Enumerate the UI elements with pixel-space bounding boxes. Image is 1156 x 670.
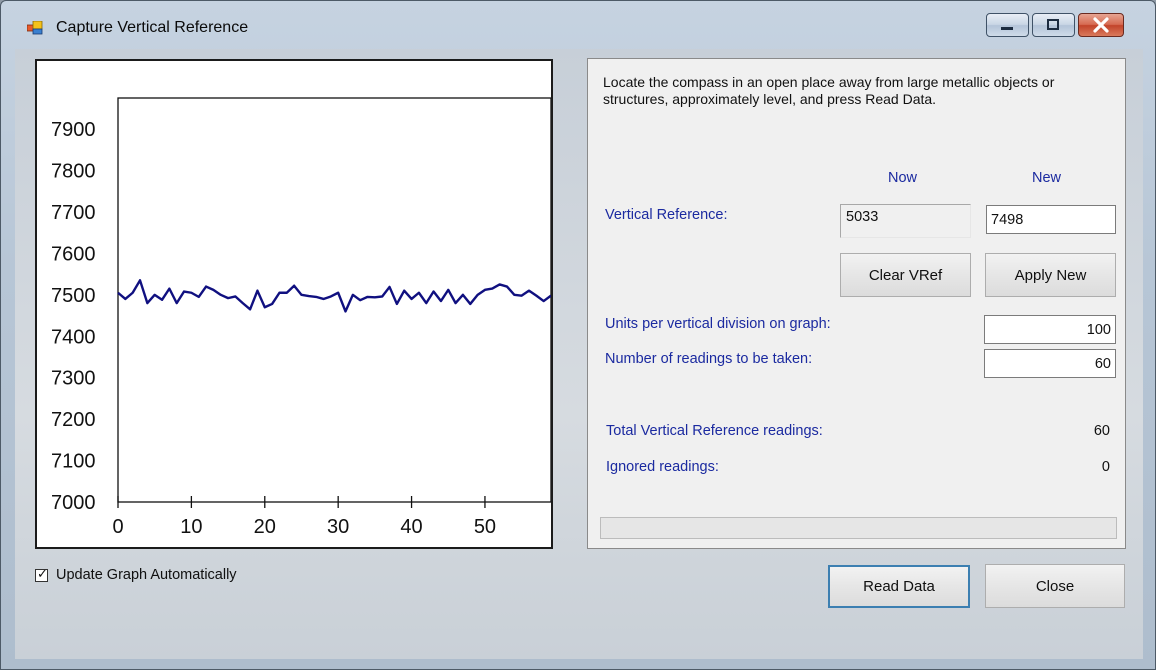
line-chart: 7000 7100 7200 7300 7400 7500 7600 7700 7800 7900… <box>51 97 551 538</box>
close-icon <box>1093 17 1109 33</box>
x-tick-label: 30 <box>327 516 349 538</box>
minimize-icon <box>1001 27 1013 30</box>
instructions-text: Locate the compass in an open place away… <box>603 74 1055 107</box>
window-close-button[interactable] <box>1078 13 1124 37</box>
y-tick-label: 7700 <box>51 202 96 224</box>
units-per-division-label: Units per vertical division on graph: <box>605 316 831 332</box>
client-area: 7000 7100 7200 7300 7400 7500 7600 7700 7800 7900… <box>15 49 1143 659</box>
y-tick-label: 7000 <box>51 492 96 514</box>
update-graph-label: Update Graph Automatically <box>56 567 237 583</box>
y-tick-label: 7800 <box>51 161 96 183</box>
y-tick-label: 7100 <box>51 451 96 473</box>
x-tick-label: 0 <box>112 516 123 538</box>
window-title: Capture Vertical Reference <box>56 19 249 36</box>
y-tick-label: 7500 <box>51 285 96 307</box>
checkmark-icon: ✓ <box>37 566 48 581</box>
y-tick-label: 7300 <box>51 368 96 390</box>
plot-frame <box>117 97 551 503</box>
main-window: Capture Vertical Reference 7000 7100 7200 7… <box>0 0 1156 670</box>
x-tick-label: 40 <box>400 516 422 538</box>
clear-vref-button[interactable]: Clear VRef <box>840 253 971 297</box>
total-readings-label: Total Vertical Reference readings: <box>606 423 823 439</box>
app-icon <box>27 21 43 35</box>
y-tick-label: 7400 <box>51 326 96 348</box>
vertical-reference-now-value: 5033 <box>840 204 971 238</box>
maximize-icon <box>1047 19 1059 30</box>
vertical-reference-label: Vertical Reference: <box>605 207 728 223</box>
apply-new-button[interactable]: Apply New <box>985 253 1116 297</box>
x-tick-label: 50 <box>474 516 496 538</box>
ignored-readings-value: 0 <box>1101 459 1110 475</box>
y-tick-label: 7600 <box>51 243 96 265</box>
x-tick-label: 20 <box>254 516 276 538</box>
number-of-readings-label: Number of readings to be taken: <box>605 351 813 367</box>
x-tick-label: 10 <box>180 516 202 538</box>
settings-panel: Locate the compass in an open place away… <box>587 58 1126 549</box>
y-tick-label: 7200 <box>51 409 96 431</box>
update-graph-checkbox[interactable]: ✓ <box>35 566 48 582</box>
readings-graph: 7000 7100 7200 7300 7400 7500 7600 7700 7800 7900… <box>35 59 553 549</box>
reading-progress-bar <box>600 517 1117 539</box>
read-data-button[interactable]: Read Data <box>828 565 970 608</box>
now-column-header: Now <box>888 170 918 186</box>
maximize-button[interactable] <box>1032 13 1075 37</box>
y-tick-label: 7900 <box>51 119 96 141</box>
ignored-readings-label: Ignored readings: <box>606 459 719 475</box>
units-per-division-input[interactable] <box>984 315 1116 344</box>
new-column-header: New <box>1032 170 1062 186</box>
total-readings-value: 60 <box>1093 423 1110 439</box>
minimize-button[interactable] <box>986 13 1029 37</box>
title-bar[interactable]: Capture Vertical Reference <box>1 1 1155 51</box>
number-of-readings-input[interactable] <box>984 349 1116 378</box>
vertical-reference-new-input[interactable] <box>986 205 1116 234</box>
close-button[interactable]: Close <box>985 564 1125 608</box>
